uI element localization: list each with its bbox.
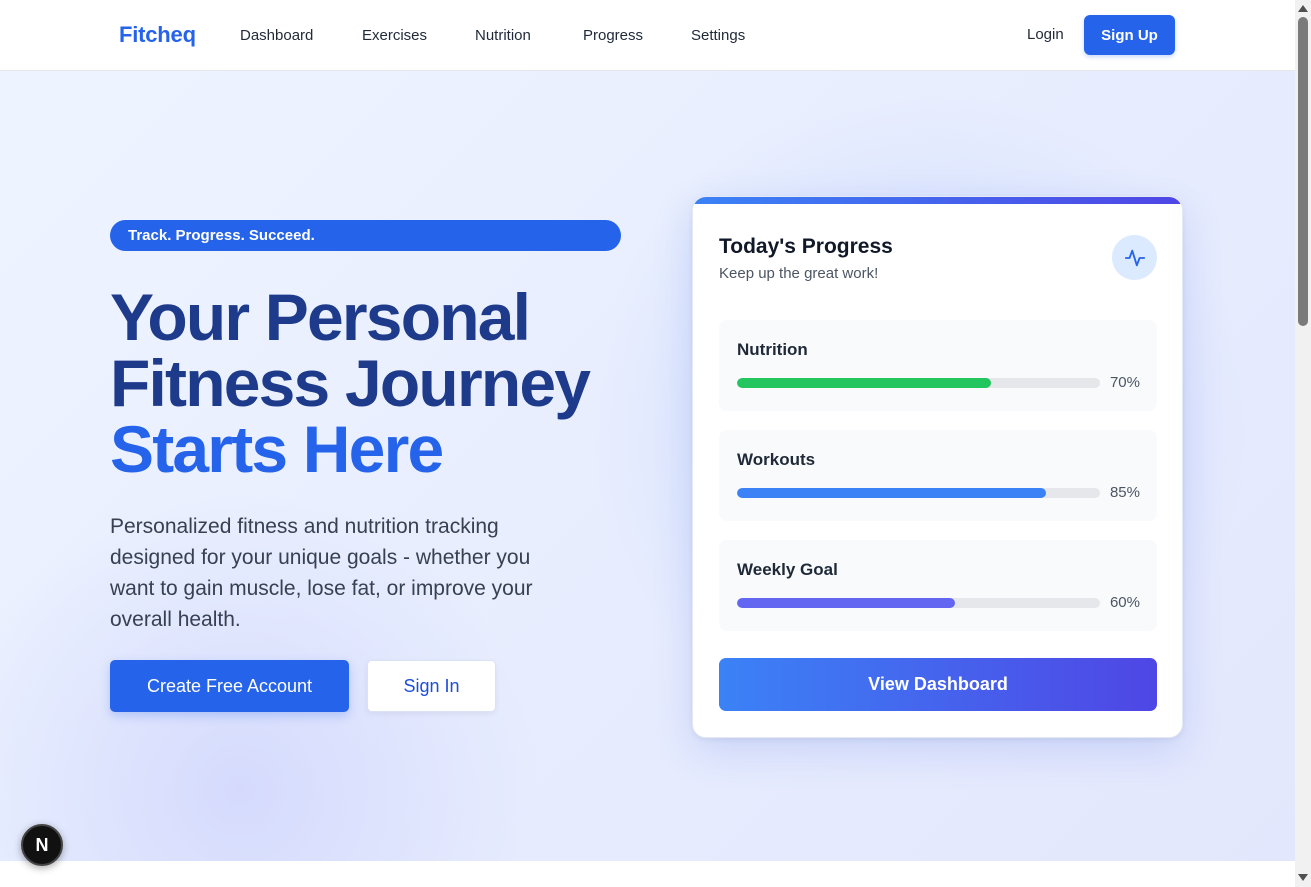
card-subtitle: Keep up the great work!: [719, 265, 879, 282]
hero-headline: Your Personal Fitness Journey Starts Her…: [110, 284, 670, 482]
headline-line-2: Fitness Journey: [110, 346, 591, 420]
nav-link-exercises[interactable]: Exercises: [362, 27, 427, 44]
scroll-up-arrow-icon[interactable]: [1298, 5, 1308, 12]
scrollbar-thumb[interactable]: [1298, 17, 1308, 326]
metric-percent: 70%: [1109, 374, 1140, 391]
nav-link-nutrition[interactable]: Nutrition: [475, 27, 531, 44]
brand-logo[interactable]: Fitcheq: [119, 22, 196, 48]
metric-percent: 85%: [1109, 484, 1140, 501]
nav-link-settings[interactable]: Settings: [691, 27, 745, 44]
metric-weekly-goal: Weekly Goal 60%: [719, 540, 1157, 631]
progress-fill: [737, 378, 992, 388]
card-accent-bar: [693, 197, 1182, 204]
activity-pulse-icon: [1112, 235, 1157, 280]
page-scrollbar[interactable]: [1295, 0, 1311, 887]
card-title: Today's Progress: [719, 235, 893, 258]
progress-track: [737, 378, 1100, 388]
login-link[interactable]: Login: [1027, 26, 1064, 43]
progress-track: [737, 488, 1100, 498]
next-section: [0, 861, 1295, 887]
scroll-down-arrow-icon[interactable]: [1298, 874, 1308, 881]
nav-link-progress[interactable]: Progress: [583, 27, 643, 44]
tagline-badge: Track. Progress. Succeed.: [110, 220, 621, 251]
metric-label: Nutrition: [737, 340, 808, 359]
nav-link-dashboard[interactable]: Dashboard: [240, 27, 313, 44]
progress-fill: [737, 488, 1046, 498]
view-dashboard-button[interactable]: View Dashboard: [719, 658, 1157, 711]
headline-line-1: Your Personal: [110, 280, 531, 354]
progress-card: Today's Progress Keep up the great work!…: [692, 196, 1183, 738]
create-account-button[interactable]: Create Free Account: [110, 660, 349, 712]
top-navbar: Fitcheq Dashboard Exercises Nutrition Pr…: [0, 0, 1295, 71]
progress-track: [737, 598, 1100, 608]
metric-nutrition: Nutrition 70%: [719, 320, 1157, 411]
metric-percent: 60%: [1109, 594, 1140, 611]
sign-in-button[interactable]: Sign In: [367, 660, 496, 712]
hero-description: Personalized fitness and nutrition track…: [110, 515, 533, 631]
metric-label: Weekly Goal: [737, 560, 838, 579]
nextjs-logo-icon[interactable]: N: [21, 824, 63, 866]
metric-label: Workouts: [737, 450, 816, 469]
signup-button[interactable]: Sign Up: [1084, 15, 1175, 55]
metric-workouts: Workouts 85%: [719, 430, 1157, 521]
progress-fill: [737, 598, 955, 608]
headline-accent: Starts Here: [110, 412, 444, 486]
